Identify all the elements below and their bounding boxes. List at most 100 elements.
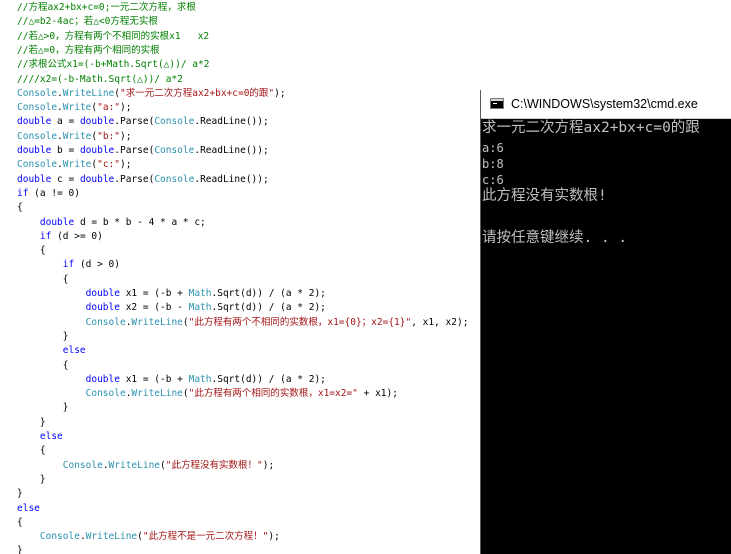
code-token: double <box>85 373 120 385</box>
code-token: Console <box>17 87 58 99</box>
code-token: double <box>79 173 115 185</box>
code-line: double b = double.Parse(Console.ReadLine… <box>17 144 269 158</box>
code-token: if <box>62 259 75 271</box>
code-token: else <box>39 431 63 442</box>
code-token: Math <box>188 288 212 299</box>
code-token: ////x2=(-b-Math.Sqrt(△))/ a*2 <box>17 73 183 85</box>
code-token: Console <box>85 316 126 328</box>
code-line: } <box>17 401 69 415</box>
code-token: (d > 0) <box>74 259 120 271</box>
code-token: Write <box>62 159 92 171</box>
code-token: //若△=0，方程有两个相同的实根 <box>17 44 160 56</box>
code-token: WriteLine <box>131 388 183 400</box>
code-token: "a:" <box>97 102 121 114</box>
code-token: c = <box>51 173 80 185</box>
code-token: Console <box>17 159 58 171</box>
code-token: + x1); <box>357 388 398 400</box>
code-line: } <box>17 544 23 554</box>
code-token: WriteLine <box>108 459 161 471</box>
code-token: Math <box>188 302 212 314</box>
code-token: "此方程不是一元二次方程！" <box>142 531 269 543</box>
cmd-output-line: 求一元二次方程ax2+bx+c=0的跟 <box>482 120 700 136</box>
code-token: Console <box>154 145 195 156</box>
cmd-titlebar[interactable]: C:\WINDOWS\system32\cmd.exe <box>481 90 731 119</box>
cmd-window-title: C:\WINDOWS\system32\cmd.exe <box>511 97 698 111</box>
code-line: Console.Write("b:"); <box>17 130 131 144</box>
code-token: Console <box>39 531 80 543</box>
code-token: } <box>17 488 23 500</box>
code-token: Console <box>85 388 126 400</box>
code-token: double <box>79 116 115 128</box>
code-token: "求一元二次方程ax2+bx+c=0的跟" <box>120 87 275 99</box>
code-line: { <box>17 201 23 215</box>
code-line: else <box>17 344 86 358</box>
code-token: "此方程有两个不相同的实数根，x1={0}；x2={1}" <box>188 316 412 328</box>
code-token: Console <box>17 130 58 142</box>
code-token: x2 = (-b - <box>119 302 189 314</box>
code-token: { <box>17 359 69 371</box>
code-token: Math <box>188 373 212 385</box>
code-token: "此方程有两个相同的实数根，x1=x2=" <box>188 388 358 400</box>
code-token: double <box>85 288 120 299</box>
code-token: .Parse( <box>114 116 155 128</box>
code-line: } <box>17 416 46 430</box>
code-token: } <box>17 402 69 414</box>
code-line: Console.WriteLine("此方程有两个相同的实数根，x1=x2=" … <box>17 387 398 401</box>
code-token: } <box>17 473 46 485</box>
code-token: { <box>17 516 23 528</box>
code-token: ); <box>262 459 275 471</box>
code-token: (d >= 0) <box>51 230 103 242</box>
code-line: //求根公式x1=(-b+Math.Sqrt(△))/ a*2 <box>17 58 209 72</box>
code-line: if (a != 0) <box>17 187 80 201</box>
code-line: ////x2=(-b-Math.Sqrt(△))/ a*2 <box>17 73 183 87</box>
code-token: if <box>39 230 52 242</box>
code-line: Console.WriteLine("此方程没有实数根！"); <box>17 459 274 473</box>
code-token: "b:" <box>97 130 121 142</box>
code-line: double d = b * b - 4 * a * c; <box>17 216 206 230</box>
code-token: .ReadLine()); <box>194 116 269 128</box>
code-token: //求根公式x1=(-b+Math.Sqrt(△))/ a*2 <box>17 59 210 71</box>
code-line: } <box>17 487 23 501</box>
code-token: ); <box>120 159 132 171</box>
code-token: else <box>17 502 40 514</box>
code-token: Write <box>62 102 92 114</box>
code-token: ); <box>268 531 280 543</box>
code-token: Console <box>17 102 58 114</box>
code-token: .Parse( <box>114 173 155 185</box>
code-token: } <box>17 330 69 342</box>
code-token: { <box>17 245 46 257</box>
code-line: { <box>17 516 23 530</box>
code-line: double a = double.Parse(Console.ReadLine… <box>17 115 269 129</box>
code-line: double x2 = (-b - Math.Sqrt(d)) / (a * 2… <box>17 301 326 315</box>
code-line: Console.WriteLine("此方程有两个不相同的实数根，x1={0}；… <box>17 316 469 330</box>
code-line: else <box>17 430 63 444</box>
code-line: //若△=0，方程有两个相同的实根 <box>17 44 160 58</box>
code-token: } <box>17 416 46 428</box>
code-token: x1 = (-b + <box>119 288 189 299</box>
code-line: } <box>17 330 69 344</box>
code-token: double <box>17 145 52 156</box>
code-line: { <box>17 444 46 458</box>
code-token: { <box>17 273 69 285</box>
code-token: ); <box>120 130 132 142</box>
code-line: { <box>17 359 69 373</box>
code-token: .Parse( <box>114 145 155 156</box>
cmd-window[interactable]: C:\WINDOWS\system32\cmd.exe 求一元二次方程ax2+b… <box>481 90 731 554</box>
code-token: .Sqrt(d)) / (a * 2); <box>211 288 326 299</box>
code-line: if (d >= 0) <box>17 230 103 244</box>
cmd-output[interactable]: 求一元二次方程ax2+bx+c=0的跟 a:6 b:8 c:6 此方程没有实数根! 请按任… <box>481 119 731 554</box>
code-token: WriteLine <box>62 87 115 99</box>
code-token: .ReadLine()); <box>194 173 269 185</box>
code-token: Console <box>62 459 103 471</box>
code-token: .ReadLine()); <box>194 145 269 156</box>
cmd-output-line: 此方程没有实数根! <box>482 188 607 204</box>
code-token: Console <box>154 116 195 128</box>
cmd-icon <box>490 98 504 109</box>
